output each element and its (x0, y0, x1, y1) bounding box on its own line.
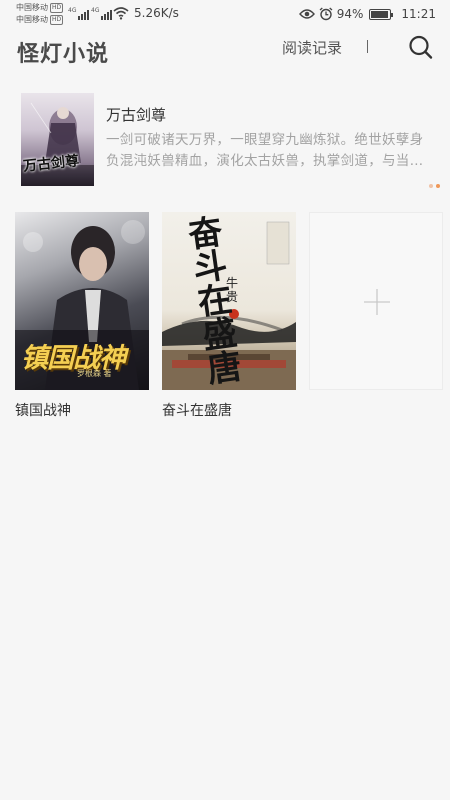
battery-percent: 94% (336, 7, 364, 21)
book-cover-author-2: 牛贵 (226, 276, 239, 304)
search-icon[interactable] (406, 33, 434, 61)
signal-icon: 4G (68, 7, 90, 20)
carousel-indicator (429, 184, 440, 188)
hd-badge-2: HD (50, 15, 64, 25)
bookshelf-item-1[interactable]: 镇国战神 罗根森 著 镇国战神 (15, 212, 149, 420)
featured-book-title[interactable]: 万古剑尊 (106, 104, 166, 125)
header-divider (367, 40, 368, 53)
bookshelf-item-2[interactable]: 奋斗在盛唐 牛贵 奋斗在盛唐 (162, 212, 296, 420)
book-cover-2[interactable]: 奋斗在盛唐 牛贵 (162, 212, 296, 390)
net-type-label: 4G (68, 7, 77, 14)
wifi-icon (113, 7, 129, 20)
app-title: 怪灯小说 (17, 42, 110, 67)
battery-fill (371, 10, 389, 18)
book-title-2[interactable]: 奋斗在盛唐 (162, 400, 296, 420)
book-cover-1[interactable]: 镇国战神 罗根森 著 (15, 212, 149, 390)
battery-icon (369, 8, 394, 20)
plus-icon (364, 289, 390, 315)
signal-icon-2: 4G (91, 7, 113, 20)
clock: 11:21 (401, 7, 436, 21)
carrier-label-1: 中国移动 HD (16, 3, 64, 13)
eye-icon (298, 9, 315, 19)
carousel-dot-inactive (429, 184, 433, 188)
featured-book-card[interactable]: 万古剑尊 万古剑尊 一剑可破诸天万界，一眼望穿九幽炼狱。绝世妖孽身负混沌妖兽精血… (10, 88, 442, 190)
carrier-label-2: 中国移动 HD (16, 15, 64, 25)
net-type-label-2: 4G (91, 7, 100, 14)
reading-history-button[interactable]: 阅读记录 (282, 37, 342, 58)
alarm-icon (319, 7, 333, 21)
add-book-button[interactable] (309, 212, 443, 390)
status-right-group: 94% 11:21 (298, 5, 436, 23)
carrier-name-2: 中国移动 (16, 15, 48, 24)
network-speed: 5.26K/s (134, 6, 179, 20)
featured-book-cover[interactable]: 万古剑尊 (21, 93, 94, 186)
carousel-dot-active (436, 184, 440, 188)
featured-book-description: 一剑可破诸天万界，一眼望穿九幽炼狱。绝世妖孽身负混沌妖兽精血，演化太古妖兽，执掌… (106, 132, 424, 169)
book-cover-author-1: 罗根森 著 (77, 369, 112, 378)
carrier-name-1: 中国移动 (16, 3, 48, 12)
status-bar: 中国移动 HD 中国移动 HD 4G 4G 5.26K/s 94% 11:21 (0, 0, 450, 30)
hd-badge-1: HD (50, 3, 64, 13)
book-title-1[interactable]: 镇国战神 (15, 400, 149, 420)
